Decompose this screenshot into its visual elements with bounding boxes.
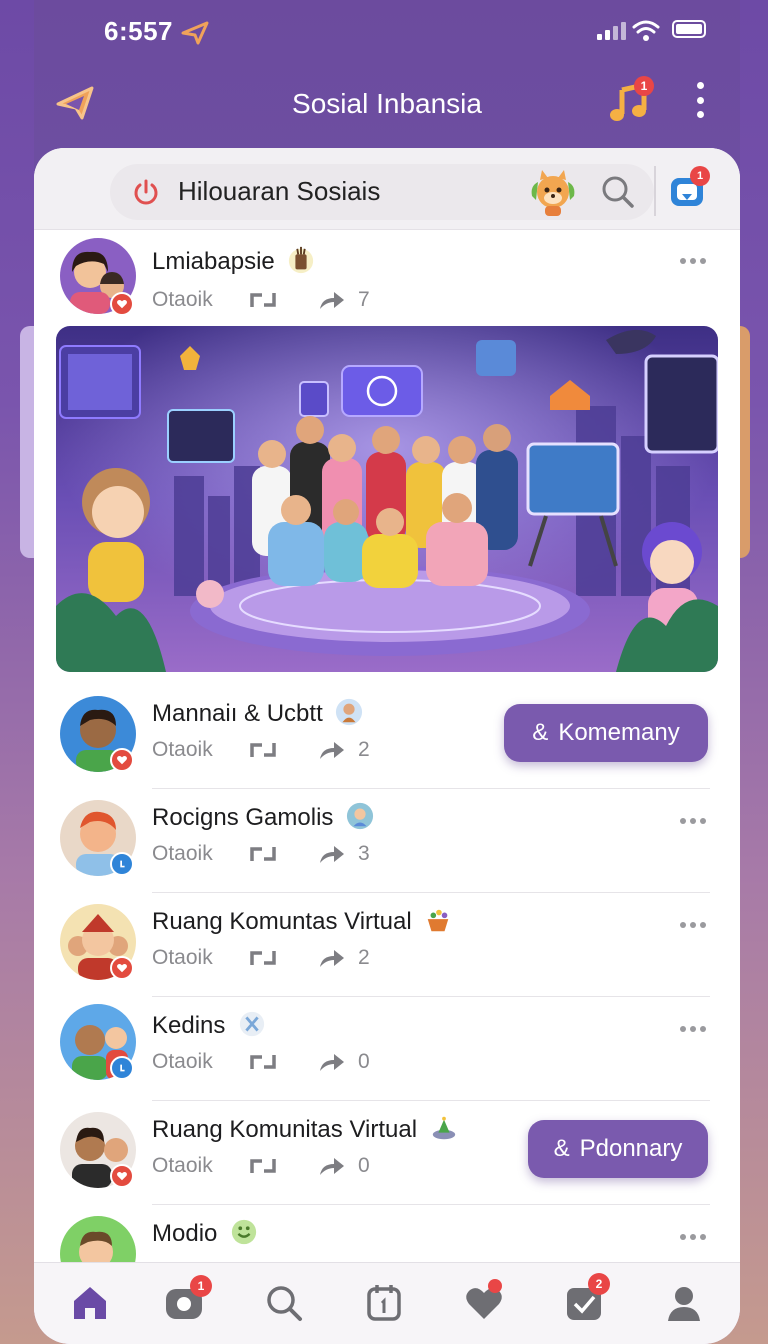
post-author-name[interactable]: Mannaiı & Ucbtt xyxy=(152,698,363,728)
power-icon[interactable] xyxy=(132,178,160,206)
repost-icon[interactable] xyxy=(248,947,278,969)
avatar-heart-badge xyxy=(110,292,134,316)
location-arrow-icon xyxy=(181,21,209,45)
post-meta: Otaoik 7 xyxy=(152,288,370,312)
post-author-name[interactable]: Ruang Komunitas Virtual xyxy=(152,1116,458,1144)
avatar-heart-badge xyxy=(110,1164,134,1188)
post-label: Otaoik xyxy=(152,1154,213,1177)
chat-notification-badge: 1 xyxy=(690,166,710,186)
post-more-icon[interactable] xyxy=(680,818,706,824)
share-count: 2 xyxy=(358,738,370,761)
globe-sticker-icon xyxy=(347,802,374,829)
share-count: 0 xyxy=(358,1154,370,1177)
share-count: 7 xyxy=(358,288,370,311)
post-meta: Otaoik 3 xyxy=(152,842,370,866)
music-notification-badge: 1 xyxy=(634,76,654,96)
post-label: Otaoik xyxy=(152,842,213,865)
komemany-button-label: Komemany xyxy=(558,719,680,746)
person-sticker-icon xyxy=(336,698,363,725)
post-author-name[interactable]: Rocigns Gamolis xyxy=(152,802,374,832)
repost-icon[interactable] xyxy=(248,1155,278,1177)
pdonnary-button[interactable]: & Pdonnary xyxy=(528,1120,708,1178)
ampersand-icon: & xyxy=(532,719,549,746)
row-divider xyxy=(152,1100,710,1101)
share-count: 3 xyxy=(358,842,370,865)
status-time: 6:557 xyxy=(104,16,173,46)
row-divider xyxy=(152,788,710,789)
post-meta: Otaoik 0 xyxy=(152,1154,370,1178)
post-label: Otaoik xyxy=(152,288,213,311)
cake-icon xyxy=(432,1116,455,1139)
task-tab-badge: 2 xyxy=(588,1273,610,1295)
avatar-verified-badge xyxy=(110,852,134,876)
avatar-heart-badge xyxy=(110,956,134,980)
post-more-icon[interactable] xyxy=(680,1234,706,1240)
post-label: Otaoik xyxy=(152,738,213,761)
cellular-signal-icon xyxy=(597,22,626,40)
community-hero-image[interactable] xyxy=(56,326,718,672)
post-author-name[interactable]: Kedins xyxy=(152,1011,266,1040)
calendar-icon[interactable] xyxy=(362,1281,406,1325)
more-options-icon[interactable] xyxy=(696,82,704,118)
smile-sticker-icon xyxy=(231,1219,257,1244)
post-more-icon[interactable] xyxy=(680,258,706,264)
home-icon[interactable] xyxy=(68,1281,112,1325)
share-arrow-icon[interactable] xyxy=(318,947,346,969)
share-arrow-icon[interactable] xyxy=(318,739,346,761)
row-divider xyxy=(152,892,710,893)
top-post-header[interactable]: Lmiabapsie Otaoik 7 xyxy=(34,230,740,324)
row-divider xyxy=(152,996,710,997)
avatar-verified-badge xyxy=(110,1056,134,1080)
search-query-text: Hilouaran Sosiais xyxy=(178,176,381,206)
profile-icon[interactable] xyxy=(662,1281,706,1325)
share-arrow-icon[interactable] xyxy=(318,1155,346,1177)
post-author-name[interactable]: Modio xyxy=(152,1219,258,1248)
post-meta: Otaoik 2 xyxy=(152,738,370,762)
wifi-icon xyxy=(632,20,660,41)
feed-card: Hilouaran Sosiais 1 Lmiabapsie Otaoik 7 … xyxy=(34,148,740,1344)
pencil-cup-icon xyxy=(289,246,314,273)
list-item[interactable]: Rocigns Gamolis Otaoik 3 xyxy=(34,788,740,892)
post-meta: Otaoik 0 xyxy=(152,1050,370,1074)
repost-icon[interactable] xyxy=(248,843,278,865)
post-meta: Otaoik 2 xyxy=(152,946,370,970)
share-arrow-icon[interactable] xyxy=(318,289,346,311)
fox-mascot-icon xyxy=(531,170,575,216)
search-icon[interactable] xyxy=(600,174,636,210)
search-divider xyxy=(654,166,656,216)
list-item[interactable]: Mannaiı & Ucbtt Otaoik 2 & Komemany xyxy=(34,684,740,788)
list-item[interactable]: Kedins Otaoik 0 xyxy=(34,996,740,1100)
share-count: 2 xyxy=(358,946,370,969)
repost-icon[interactable] xyxy=(248,1051,278,1073)
chat-tab-badge: 1 xyxy=(190,1275,212,1297)
pdonnary-button-label: Pdonnary xyxy=(579,1135,683,1162)
battery-icon xyxy=(672,20,706,38)
avatar-heart-badge xyxy=(110,748,134,772)
post-author-name[interactable]: Ruang Komuntas Virtual xyxy=(152,908,452,936)
phone-screen: 6:557 Sosial Inbansia 1 Hilouaran Sosiai… xyxy=(34,0,740,1344)
status-bar: 6:557 xyxy=(34,0,740,64)
ampersand-icon: & xyxy=(553,1135,570,1162)
list-item[interactable]: Ruang Komuntas Virtual Otaoik 2 xyxy=(34,892,740,996)
post-label: Otaoik xyxy=(152,946,213,969)
komemany-button[interactable]: & Komemany xyxy=(504,704,708,762)
post-more-icon[interactable] xyxy=(680,1026,706,1032)
share-arrow-icon[interactable] xyxy=(318,843,346,865)
post-more-icon[interactable] xyxy=(680,922,706,928)
post-author-name[interactable]: Lmiabapsie xyxy=(152,246,315,276)
row-divider xyxy=(152,1204,710,1205)
bottom-tab-bar: 1 2 xyxy=(34,1262,740,1344)
heart-notification-dot xyxy=(488,1279,502,1293)
list-item[interactable]: Ruang Komunitas Virtual Otaoik 0 & Pdonn… xyxy=(34,1100,740,1204)
search-tab-icon[interactable] xyxy=(262,1281,306,1325)
repost-icon[interactable] xyxy=(248,739,278,761)
repost-icon[interactable] xyxy=(248,289,278,311)
app-header: Sosial Inbansia 1 xyxy=(34,72,740,136)
post-label: Otaoik xyxy=(152,1050,213,1073)
basket-icon xyxy=(428,909,449,931)
share-arrow-icon[interactable] xyxy=(318,1051,346,1073)
sparkle-sticker-icon xyxy=(239,1011,265,1036)
share-count: 0 xyxy=(358,1050,370,1073)
